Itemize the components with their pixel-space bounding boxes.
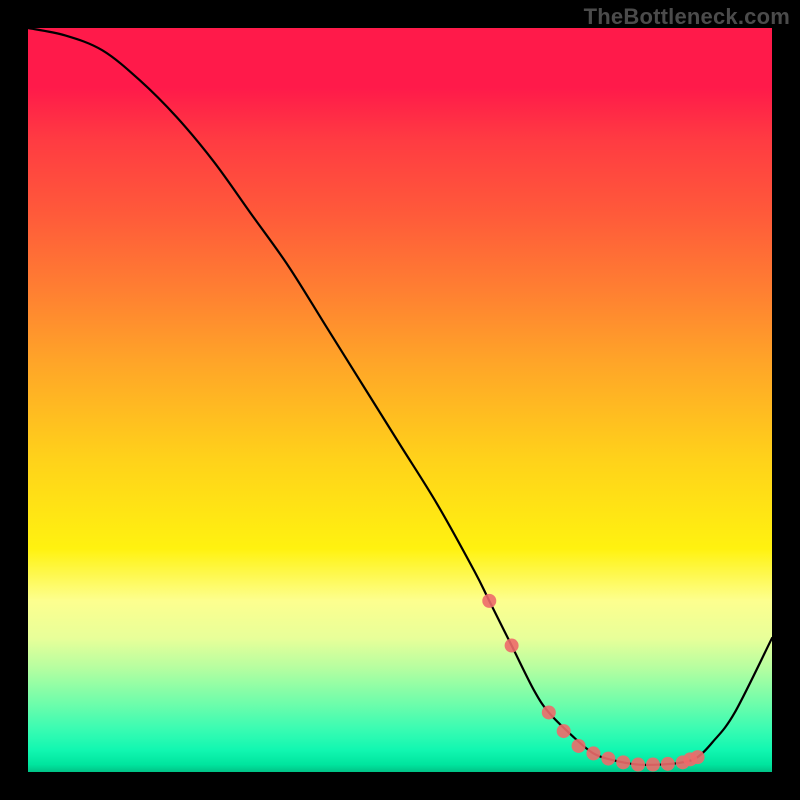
highlight-dot	[601, 752, 615, 766]
highlight-dot	[661, 757, 675, 771]
chart-frame: TheBottleneck.com	[0, 0, 800, 800]
bottleneck-curve-line	[28, 28, 772, 765]
highlight-dot	[616, 755, 630, 769]
highlight-dots	[482, 594, 704, 772]
highlight-dot	[646, 758, 660, 772]
highlight-dot	[505, 639, 519, 653]
watermark-text: TheBottleneck.com	[584, 4, 790, 30]
curve-layer	[28, 28, 772, 772]
highlight-dot	[482, 594, 496, 608]
highlight-dot	[557, 724, 571, 738]
highlight-dot	[691, 750, 705, 764]
highlight-dot	[542, 705, 556, 719]
highlight-dot	[586, 746, 600, 760]
highlight-dot	[572, 739, 586, 753]
plot-area	[28, 28, 772, 772]
highlight-dot	[631, 758, 645, 772]
